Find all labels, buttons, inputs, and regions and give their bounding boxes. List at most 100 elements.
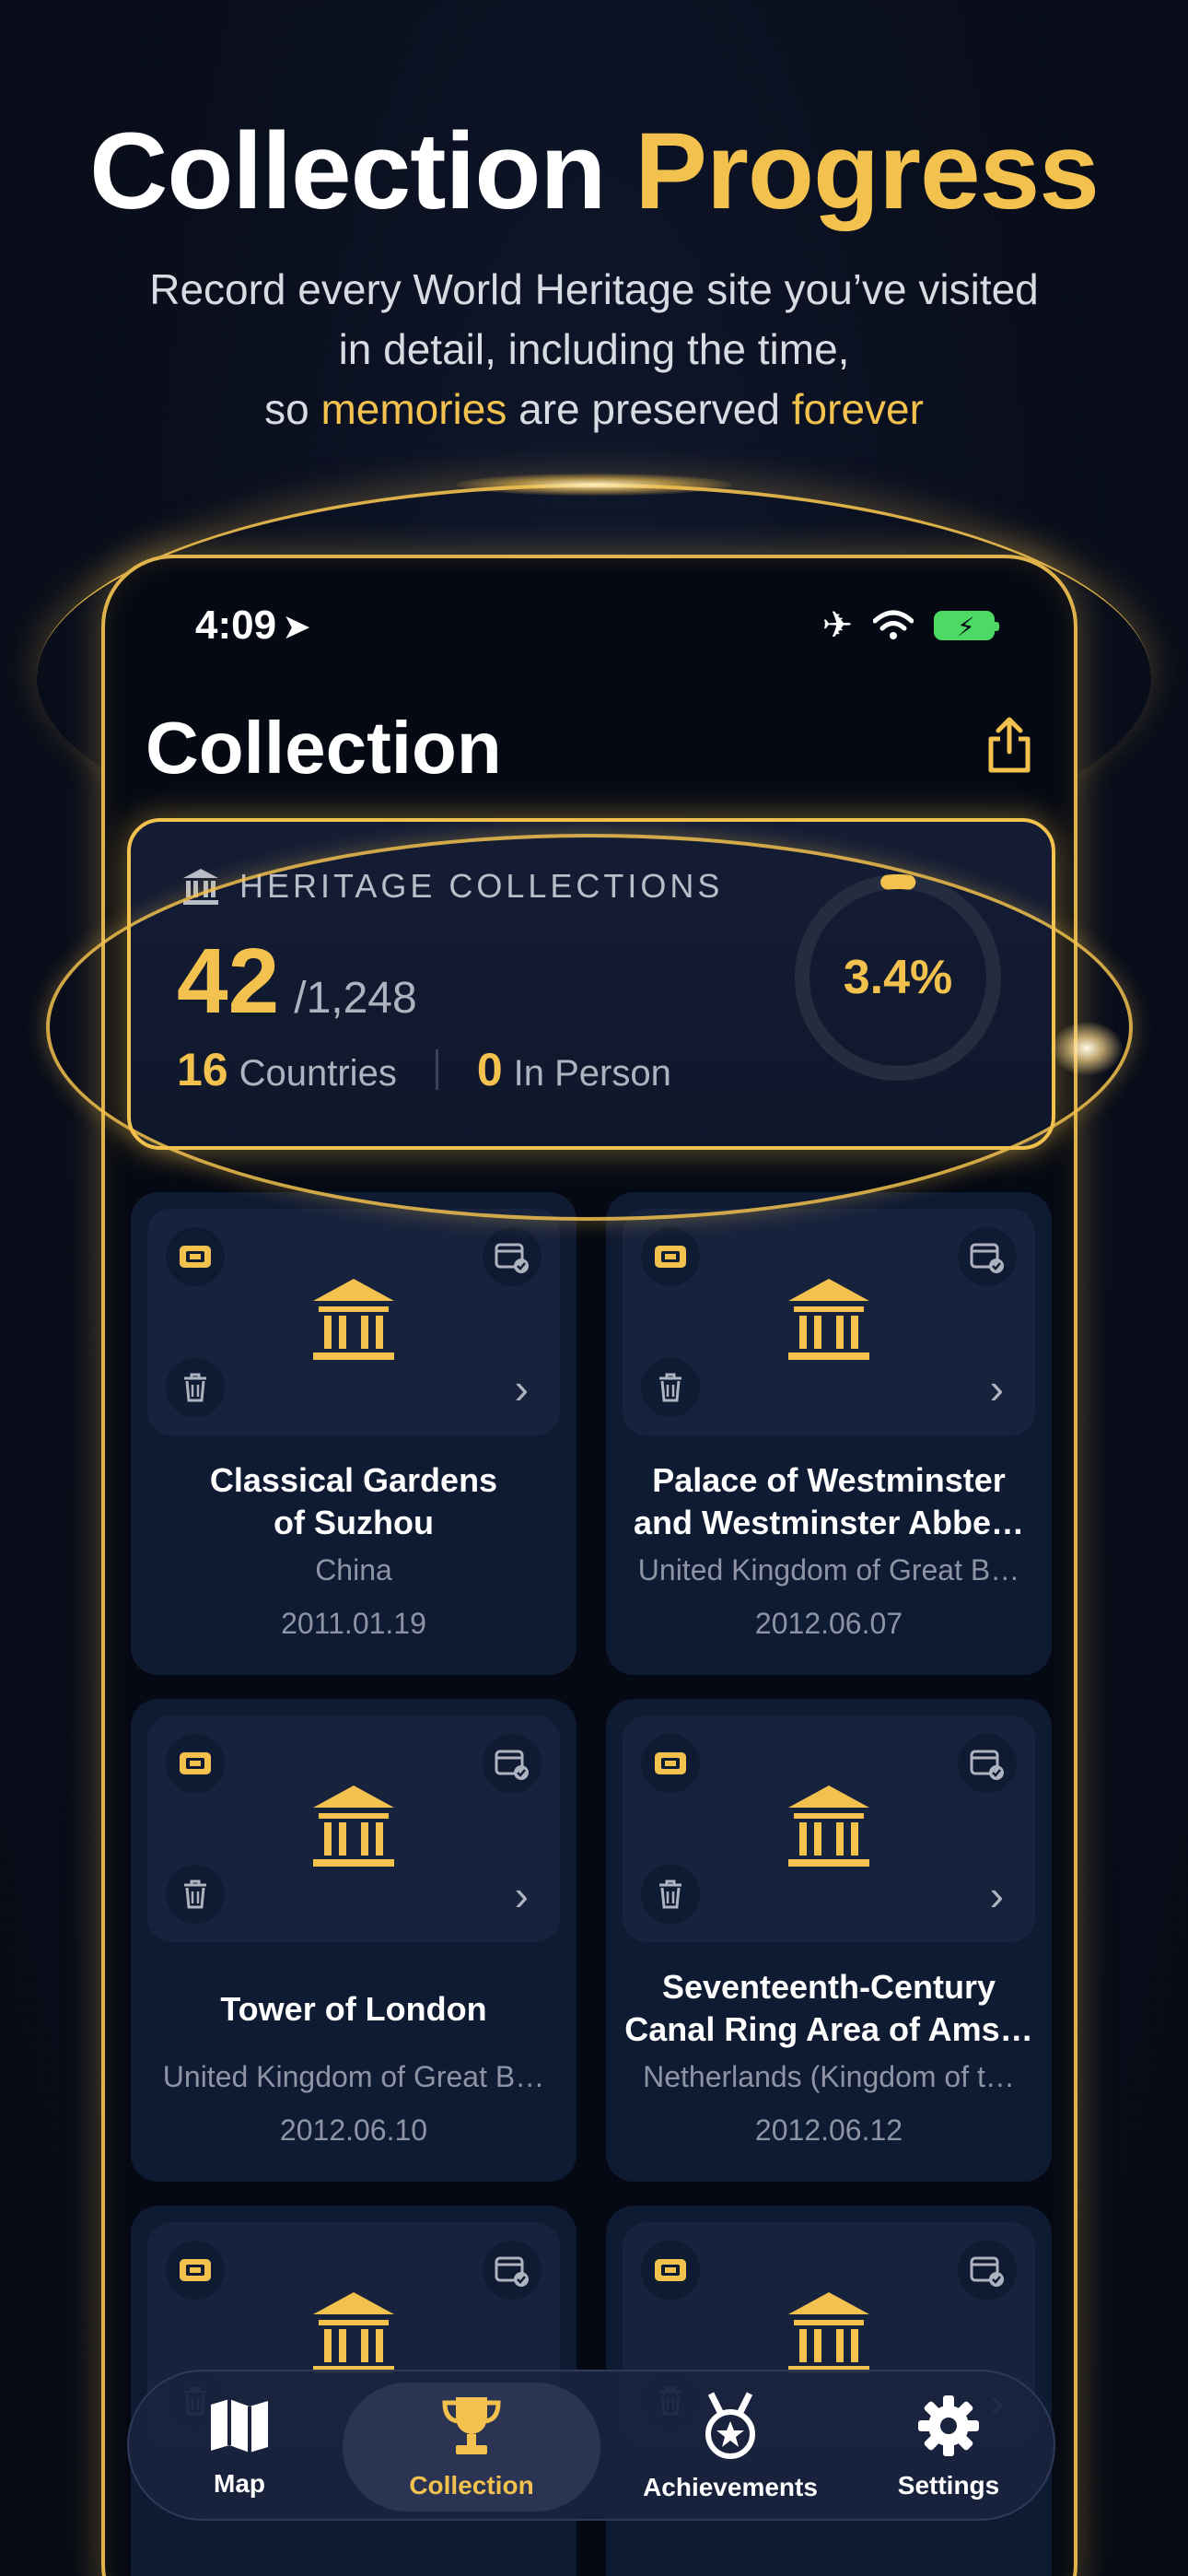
battery-icon: ⚡: [934, 611, 999, 641]
ticket-icon: [180, 1246, 211, 1268]
ticket-icon: [655, 1246, 686, 1268]
collected-count: 42: [177, 930, 280, 1033]
total-count: /1,248: [294, 974, 417, 1023]
tab-label: Map: [214, 2469, 265, 2498]
site-name-line-2: Canal Ring Area of Ams…: [624, 2010, 1033, 2048]
card-thumbnail: ›: [623, 1209, 1035, 1435]
decorative-flare: [456, 474, 732, 496]
monument-icon: [788, 1279, 869, 1360]
time-text: 4:09: [195, 603, 277, 648]
summary-stats: 16 Countries 0 In Person: [177, 1043, 671, 1096]
trash-icon: [184, 1879, 206, 1909]
trash-icon: [659, 1879, 681, 1909]
site-country: China: [315, 1553, 392, 1587]
share-icon[interactable]: [982, 715, 1037, 776]
ticket-button[interactable]: [166, 1734, 225, 1793]
in-person-label: In Person: [513, 1053, 671, 1094]
tab-settings[interactable]: Settings: [866, 2383, 1031, 2512]
ticket-button[interactable]: [166, 2241, 225, 2300]
calendar-check-icon: [495, 2256, 529, 2287]
collected-count-row: 42 /1,248: [177, 929, 417, 1035]
ticket-button[interactable]: [641, 2241, 700, 2300]
site-name: Tower of London: [146, 1988, 562, 2031]
headline-word-1: Collection: [89, 111, 606, 232]
stats-divider: [435, 1049, 438, 1090]
tab-label: Collection: [409, 2471, 534, 2500]
visit-date: 2012.06.07: [754, 1607, 903, 1640]
card-thumbnail: ›: [147, 1715, 560, 1942]
card-thumbnail: ›: [147, 1209, 560, 1435]
heritage-card[interactable]: › Palace of Westminster and Westminster Ab…: [606, 1192, 1052, 1675]
ticket-button[interactable]: [641, 1734, 700, 1793]
chevron-right-icon[interactable]: ›: [515, 1870, 529, 1920]
site-name: Classical Gardens of Suzhou: [146, 1459, 562, 1544]
site-name-line-2: and Westminster Abbe…: [633, 1504, 1025, 1541]
tab-achievements[interactable]: Achievements: [615, 2383, 845, 2512]
airplane-mode-icon: ✈: [821, 605, 853, 646]
calendar-button[interactable]: [958, 1734, 1017, 1793]
subtitle-text: are preserved: [507, 385, 792, 433]
monument-icon: [313, 1786, 394, 1867]
trash-icon: [184, 1373, 206, 1402]
delete-button[interactable]: [641, 1358, 700, 1417]
delete-button[interactable]: [166, 1865, 225, 1924]
calendar-check-icon: [970, 1243, 1004, 1273]
location-arrow-icon: ➤: [282, 608, 311, 647]
delete-button[interactable]: [166, 1358, 225, 1417]
progress-percent: 3.4%: [843, 951, 953, 1004]
chevron-right-icon[interactable]: ›: [515, 1364, 529, 1413]
site-name-line-1: Seventeenth-Century: [661, 1968, 996, 2006]
chevron-right-icon[interactable]: ›: [990, 1364, 1004, 1413]
heritage-summary-card[interactable]: HERITAGE COLLECTIONS 42 /1,248 16 Countr…: [127, 818, 1055, 1150]
calendar-button[interactable]: [958, 1227, 1017, 1286]
ticket-button[interactable]: [166, 1227, 225, 1286]
summary-label: HERITAGE COLLECTIONS: [239, 867, 724, 905]
tab-collection[interactable]: Collection: [343, 2383, 600, 2512]
subtitle-text: so: [264, 385, 321, 433]
calendar-button[interactable]: [483, 1227, 542, 1286]
countries-label: Countries: [239, 1053, 397, 1094]
site-name-line-1: Palace of Westminster: [652, 1461, 1006, 1499]
site-name-line-1: Classical Gardens: [209, 1461, 498, 1499]
trash-icon: [659, 1373, 681, 1402]
visit-date: 2012.06.12: [754, 2113, 903, 2147]
visit-date: 2011.01.19: [281, 1607, 426, 1640]
monument-icon: [788, 1786, 869, 1867]
museum-icon: [183, 869, 218, 905]
ticket-button[interactable]: [641, 1227, 700, 1286]
calendar-button[interactable]: [483, 1734, 542, 1793]
status-bar-time: 4:09 ➤: [195, 603, 311, 649]
calendar-check-icon: [495, 1750, 529, 1780]
calendar-check-icon: [970, 1750, 1004, 1780]
page-title: Collection: [146, 707, 502, 789]
gear-icon: [918, 2395, 979, 2456]
chevron-right-icon[interactable]: ›: [990, 1870, 1004, 1920]
trophy-icon: [442, 2397, 501, 2454]
summary-label-row: HERITAGE COLLECTIONS: [181, 866, 723, 907]
in-person-value: 0: [476, 1044, 503, 1095]
site-name-line-1: Tower of London: [220, 1990, 487, 2028]
heritage-card[interactable]: › Tower of London United Kingdom of Great …: [131, 1699, 577, 2182]
ticket-icon: [655, 1752, 686, 1774]
site-name-line-2: of Suzhou: [274, 1504, 434, 1541]
calendar-button[interactable]: [958, 2241, 1017, 2300]
heritage-card[interactable]: › Classical Gardens of Suzhou China 2011.01.…: [131, 1192, 577, 1675]
subtitle: Record every World Heritage site you’ve …: [0, 260, 1188, 439]
tab-map[interactable]: Map: [157, 2383, 322, 2512]
status-icons: ✈ ⚡: [821, 604, 999, 647]
site-country: United Kingdom of Great B…: [637, 1553, 1020, 1587]
heritage-card[interactable]: › Seventeenth-Century Canal Ring Area of A…: [606, 1699, 1052, 2182]
monument-icon: [313, 1279, 394, 1360]
wifi-icon: [873, 610, 914, 639]
site-name: Palace of Westminster and Westminster Abb…: [621, 1459, 1037, 1544]
visit-date: 2012.06.10: [279, 2113, 428, 2147]
delete-button[interactable]: [641, 1865, 700, 1924]
calendar-check-icon: [495, 1243, 529, 1273]
ticket-icon: [180, 2259, 211, 2281]
ticket-icon: [655, 2259, 686, 2281]
tab-label: Settings: [897, 2471, 1000, 2500]
calendar-button[interactable]: [483, 2241, 542, 2300]
map-icon: [211, 2399, 268, 2453]
tab-label: Achievements: [643, 2473, 818, 2501]
subtitle-line-1: Record every World Heritage site you’ve …: [149, 265, 1039, 313]
